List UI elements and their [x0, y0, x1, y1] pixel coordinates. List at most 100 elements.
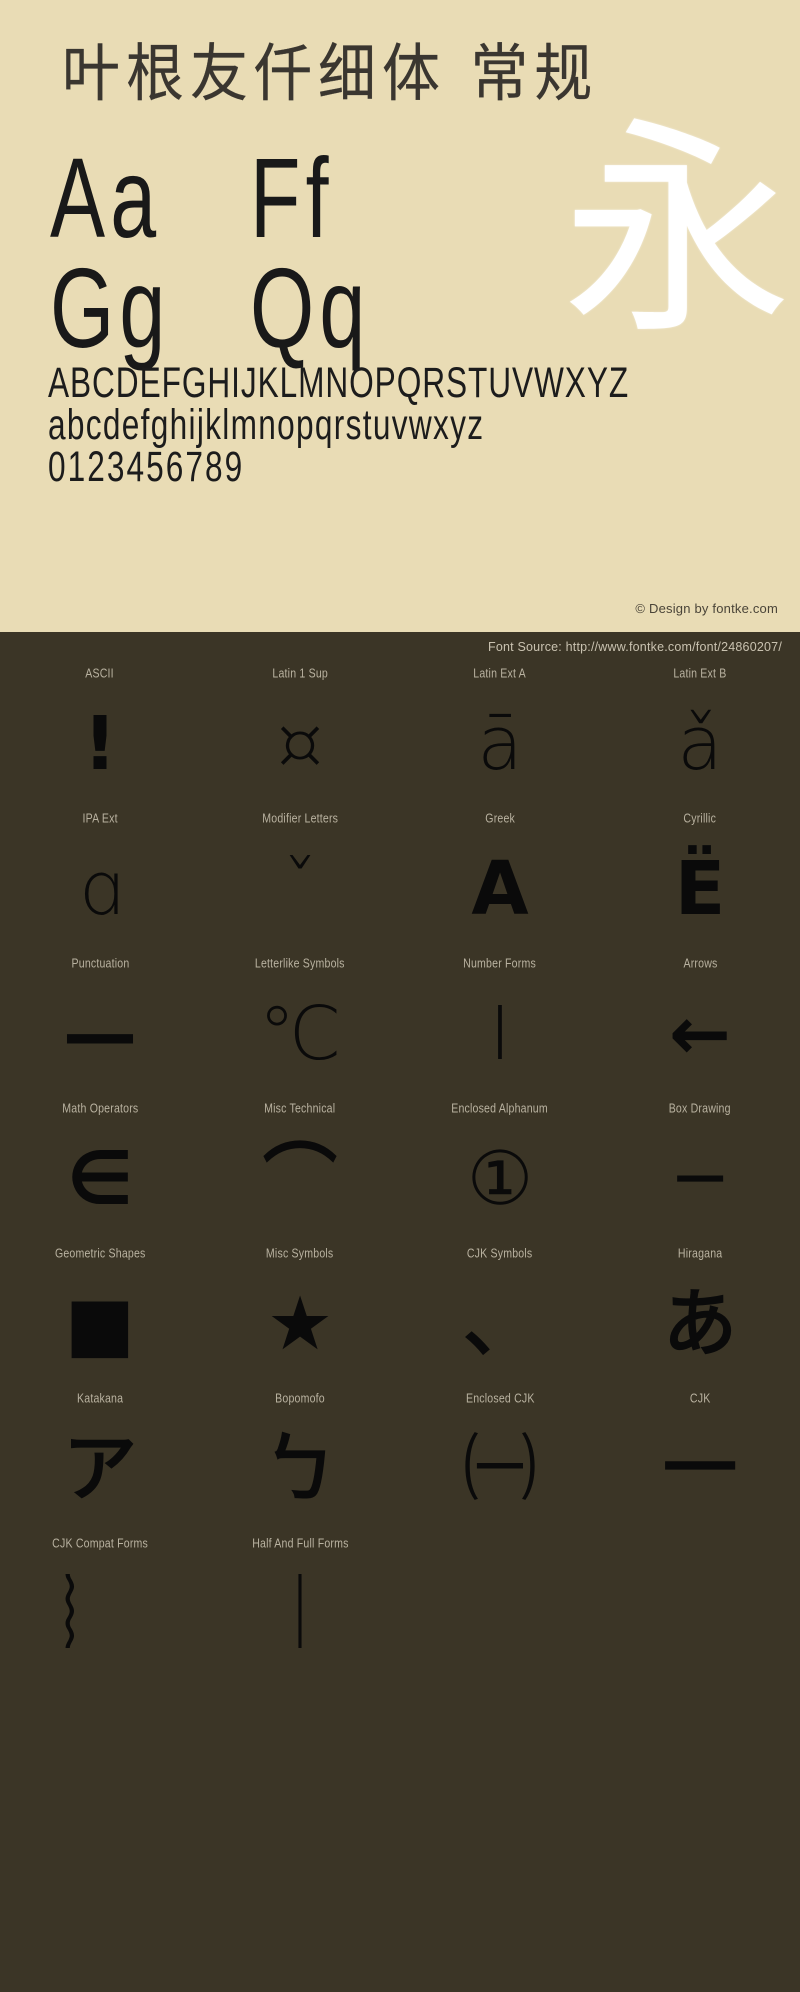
unicode-block-row: Punctuation — Letterlike Symbols ℃ Number Fo… [0, 952, 800, 1097]
unicode-block-cell[interactable]: CJK 一 [600, 1387, 800, 1532]
unicode-block-glyph: あ [663, 1280, 737, 1367]
unicode-block-row: Katakana ア Bopomofo ㄅ Enclosed CJK ㈠ CJK 一 [0, 1387, 800, 1532]
unicode-block-row: Geometric Shapes ■ Misc Symbols ★ CJK Symbol… [0, 1242, 800, 1387]
specimen-panel: 叶根友仟细体 常规 永 Aa Ff Gg Qq ABCDEFGHIJKLMNOP… [0, 0, 800, 632]
unicode-block-cell[interactable]: IPA Ext ɑ [0, 807, 200, 952]
unicode-block-cell[interactable]: CJK Symbols 、 [400, 1242, 600, 1387]
unicode-block-glyph: ɑ [76, 845, 124, 932]
unicode-block-glyph: ─ [677, 1135, 723, 1222]
unicode-block-label: Latin 1 Sup [272, 667, 328, 681]
alphabet-sample-block: ABCDEFGHIJKLMNOPQRSTUVWXYZ abcdefghijklm… [48, 359, 768, 491]
unicode-block-cell[interactable]: Latin Ext B ǎ [600, 662, 800, 807]
unicode-block-cell[interactable]: Math Operators ∈ [0, 1097, 200, 1242]
unicode-block-glyph: 、 [463, 1280, 537, 1367]
unicode-block-cell[interactable]: Hiragana あ [600, 1242, 800, 1387]
font-specimen-page: 叶根友仟细体 常规 永 Aa Ff Gg Qq ABCDEFGHIJKLMNOP… [0, 0, 800, 1992]
unicode-block-cell[interactable]: Geometric Shapes ■ [0, 1242, 200, 1387]
font-title-text: 叶根友仟细体 常规 [62, 36, 599, 111]
unicode-block-cell[interactable]: Cyrillic Ё [600, 807, 800, 952]
unicode-block-cell[interactable]: Letterlike Symbols ℃ [200, 952, 400, 1097]
unicode-block-glyph: ★ [266, 1280, 334, 1367]
unicode-block-label: Latin Ext B [673, 667, 727, 681]
unicode-block-label: Bopomofo [275, 1392, 325, 1406]
unicode-block-glyph: ︴ [63, 1570, 137, 1657]
unicode-block-glyph: ① [466, 1135, 534, 1222]
unicode-block-label: Hiragana [677, 1247, 723, 1261]
unicode-block-cell[interactable]: Enclosed Alphanum ① [400, 1097, 600, 1242]
unicode-block-label: Box Drawing [668, 1102, 732, 1116]
unicode-block-cell[interactable]: Punctuation — [0, 952, 200, 1097]
unicode-block-glyph: Ⅰ [489, 990, 511, 1077]
unicode-block-cell[interactable]: CJK Compat Forms ︴ [0, 1532, 200, 1677]
unicode-block-glyph: ㈠ [463, 1425, 537, 1512]
unicode-block-glyph: ア [63, 1425, 137, 1512]
unicode-block-cell[interactable]: Katakana ア [0, 1387, 200, 1532]
unicode-block-glyph: ㄅ [263, 1425, 337, 1512]
unicode-block-glyph: Α [471, 845, 529, 932]
unicode-block-label: Half And Full Forms [251, 1537, 349, 1551]
unicode-block-label: Geometric Shapes [54, 1247, 146, 1261]
unicode-block-row: CJK Compat Forms ︴ Half And Full Forms ｜ [0, 1532, 800, 1677]
hero-cjk-glyph: 永 [561, 99, 792, 366]
unicode-block-cell[interactable]: Arrows ← [600, 952, 800, 1097]
unicode-block-cell[interactable]: Half And Full Forms ｜ [200, 1532, 400, 1677]
unicode-block-cell[interactable]: Box Drawing ─ [600, 1097, 800, 1242]
letter-pair-row: Aa Ff [50, 139, 470, 258]
unicode-block-label: Number Forms [463, 957, 537, 971]
letter-pair-Ff: Ff [250, 135, 334, 262]
unicode-block-label: Modifier Letters [262, 812, 338, 826]
unicode-block-glyph: ¤ [276, 700, 324, 787]
letter-pair-grid: Aa Ff Gg Qq [50, 139, 470, 368]
unicode-block-glyph: ｜ [263, 1570, 337, 1657]
unicode-block-glyph: ⌒ [263, 1135, 337, 1222]
unicode-block-glyph: 一 [663, 1425, 737, 1512]
unicode-block-label: Latin Ext A [473, 667, 527, 681]
unicode-block-label: Misc Technical [264, 1102, 336, 1116]
unicode-block-glyph: ← [668, 990, 731, 1077]
font-source-link[interactable]: Font Source: http://www.fontke.com/font/… [488, 640, 782, 654]
page-title: 叶根友仟细体 常规 [62, 42, 598, 105]
unicode-block-glyph: ā [477, 700, 523, 787]
unicode-block-label: IPA Ext [82, 812, 118, 826]
digits-line: 0123456789 [48, 443, 245, 491]
unicode-block-label: CJK Compat Forms [52, 1537, 148, 1551]
unicode-block-cell[interactable]: Greek Α [400, 807, 600, 952]
unicode-block-label: Math Operators [61, 1102, 139, 1116]
unicode-block-glyph: ! [83, 700, 117, 787]
unicode-block-cell[interactable]: Bopomofo ㄅ [200, 1387, 400, 1532]
unicode-block-label: Misc Symbols [266, 1247, 334, 1261]
design-credit: © Design by fontke.com [635, 601, 778, 616]
unicode-block-glyph: — [63, 990, 137, 1077]
unicode-block-row: ASCII! Latin 1 Sup ¤ Latin Ext Aā Latin Ext … [0, 662, 800, 807]
unicode-block-cell[interactable]: Modifier Letters ˇ [200, 807, 400, 952]
unicode-block-cell[interactable]: Misc Symbols ★ [200, 1242, 400, 1387]
unicode-block-label: Enclosed Alphanum [451, 1102, 549, 1116]
unicode-block-label: Katakana [76, 1392, 124, 1406]
unicode-block-cell[interactable]: Latin 1 Sup ¤ [200, 662, 400, 807]
unicode-block-grid: ASCII! Latin 1 Sup ¤ Latin Ext Aā Latin Ext … [0, 662, 800, 1687]
unicode-block-glyph: ˇ [281, 845, 319, 932]
unicode-block-label: CJK [689, 1392, 711, 1406]
font-source-bar: Font Source: http://www.fontke.com/font/… [0, 632, 800, 662]
unicode-block-cell[interactable]: Number Forms Ⅰ [400, 952, 600, 1097]
unicode-block-label: ASCII [85, 667, 115, 681]
unicode-block-label: Letterlike Symbols [255, 957, 345, 971]
unicode-block-cell[interactable]: Enclosed CJK ㈠ [400, 1387, 600, 1532]
unicode-block-glyph: ǎ [677, 700, 723, 787]
unicode-block-glyph: ℃ [258, 990, 342, 1077]
letter-pair-Gg: Gg [50, 245, 171, 372]
unicode-block-glyph: ■ [65, 1280, 135, 1367]
unicode-block-cell[interactable]: Latin Ext A ā [400, 662, 600, 807]
unicode-block-cell[interactable]: Misc Technical ⌒ [200, 1097, 400, 1242]
unicode-block-label: Enclosed CJK [465, 1392, 535, 1406]
unicode-block-row: IPA Ext ɑ Modifier Letters ˇ Greek Α Cyrillic Ё [0, 807, 800, 952]
letter-pair-Aa: Aa [50, 135, 162, 262]
unicode-block-label: CJK Symbols [467, 1247, 533, 1261]
unicode-block-label: Cyrillic [683, 812, 717, 826]
unicode-block-label: Punctuation [71, 957, 129, 971]
unicode-block-cell[interactable]: ASCII! [0, 662, 200, 807]
letter-pair-row: Gg Qq [50, 249, 470, 368]
unicode-block-row: Math Operators ∈ Misc Technical ⌒ Enclosed A… [0, 1097, 800, 1242]
unicode-block-label: Arrows [682, 957, 718, 971]
letter-pair-Qq: Qq [250, 245, 371, 372]
